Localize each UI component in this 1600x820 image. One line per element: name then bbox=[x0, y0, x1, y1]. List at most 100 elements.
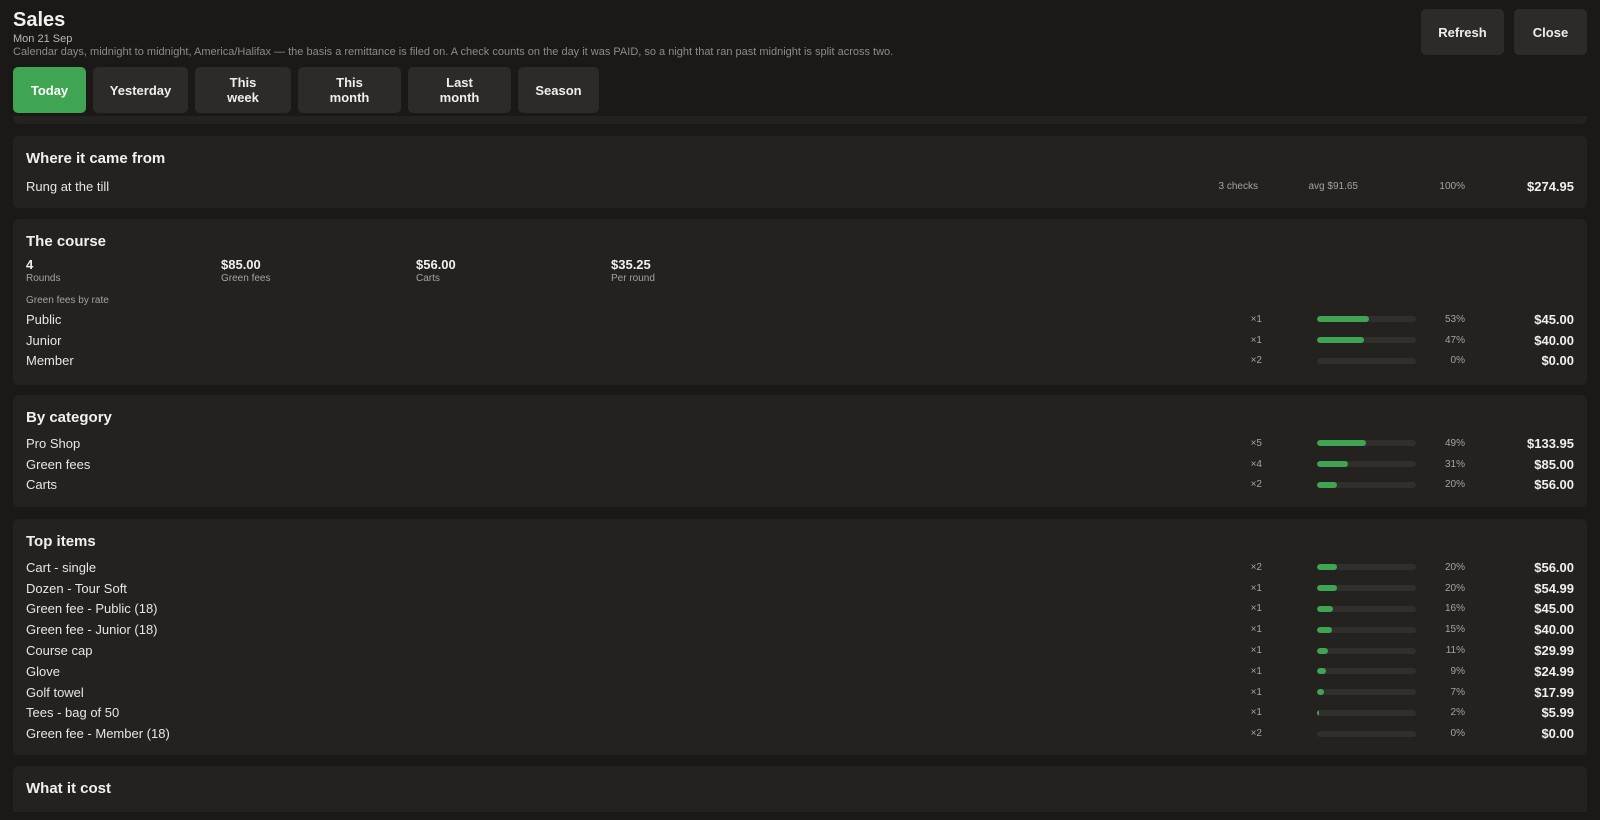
tab-this-week[interactable]: This week bbox=[195, 67, 291, 113]
item-amount: $29.99 bbox=[1534, 643, 1574, 659]
page-title: Sales bbox=[13, 9, 66, 31]
list-item: Course cap ×1 11% $29.99 bbox=[26, 640, 1574, 661]
share-bar-fill bbox=[1317, 337, 1364, 344]
item-percent: 2% bbox=[1450, 707, 1465, 719]
share-bar-fill bbox=[1317, 709, 1319, 716]
list-item: Green fee - Public (18) ×1 16% $45.00 bbox=[26, 599, 1574, 620]
tab-this-month[interactable]: This month bbox=[298, 67, 401, 113]
rate-rows: Public ×1 53% $45.00 Junior ×1 47% $40.00 Member… bbox=[26, 309, 1574, 371]
share-bar bbox=[1317, 647, 1416, 654]
list-item: Pro Shop ×5 49% $133.95 bbox=[26, 433, 1574, 454]
cost-title: What it cost bbox=[26, 780, 111, 797]
item-percent: 20% bbox=[1444, 582, 1465, 594]
item-amount: $5.99 bbox=[1541, 705, 1574, 721]
course-card: The course 4 Rounds $85.00 Green fees $5… bbox=[13, 219, 1587, 385]
item-amount: $45.00 bbox=[1534, 311, 1574, 327]
item-amount: $85.00 bbox=[1534, 456, 1574, 472]
share-bar bbox=[1317, 730, 1416, 737]
report-date: Mon 21 Sep bbox=[13, 33, 73, 45]
item-count: ×2 bbox=[1250, 355, 1262, 367]
item-count: ×2 bbox=[1250, 561, 1262, 573]
close-button[interactable]: Close bbox=[1514, 9, 1587, 55]
item-count: ×1 bbox=[1250, 313, 1262, 325]
list-item: Golf towel ×1 7% $17.99 bbox=[26, 682, 1574, 703]
item-amount: $56.00 bbox=[1534, 477, 1574, 493]
tab-yesterday[interactable]: Yesterday bbox=[93, 67, 188, 113]
item-count: ×1 bbox=[1250, 334, 1262, 346]
share-bar bbox=[1317, 440, 1416, 447]
list-item: Tees - bag of 50 ×1 2% $5.99 bbox=[26, 703, 1574, 724]
share-bar bbox=[1317, 357, 1416, 364]
item-count: ×1 bbox=[1250, 707, 1262, 719]
list-item: Junior ×1 47% $40.00 bbox=[26, 330, 1574, 351]
course-stats: 4 Rounds $85.00 Green fees $56.00 Carts … bbox=[26, 257, 1574, 285]
item-amount: $56.00 bbox=[1534, 559, 1574, 575]
share-bar bbox=[1317, 461, 1416, 468]
item-amount: $133.95 bbox=[1527, 435, 1574, 451]
list-item: Public ×1 53% $45.00 bbox=[26, 309, 1574, 330]
item-count: ×5 bbox=[1250, 437, 1262, 449]
share-bar bbox=[1317, 585, 1416, 592]
stat-green-fees: $85.00 Green fees bbox=[221, 257, 416, 285]
source-card: Where it came from Rung at the till 3 ch… bbox=[13, 136, 1587, 208]
refresh-button[interactable]: Refresh bbox=[1421, 9, 1504, 55]
item-amount: $24.99 bbox=[1534, 663, 1574, 679]
category-rows: Pro Shop ×5 49% $133.95 Green fees ×4 31% $85.0… bbox=[26, 433, 1574, 495]
item-percent: 31% bbox=[1444, 458, 1465, 470]
item-percent: 7% bbox=[1450, 686, 1465, 698]
item-count: ×1 bbox=[1250, 582, 1262, 594]
list-item: Green fee - Member (18) ×2 0% $0.00 bbox=[26, 723, 1574, 744]
stat-per-round: $35.25 Per round bbox=[611, 257, 806, 285]
category-title: By category bbox=[26, 409, 112, 426]
item-amount: $54.99 bbox=[1534, 580, 1574, 596]
item-amount: $0.00 bbox=[1541, 353, 1574, 369]
source-pct: 100% bbox=[1439, 180, 1465, 192]
stat-carts: $56.00 Carts bbox=[416, 257, 611, 285]
item-percent: 0% bbox=[1450, 728, 1465, 740]
share-bar-fill bbox=[1317, 585, 1337, 592]
item-percent: 47% bbox=[1444, 334, 1465, 346]
top-actions: Refresh Close bbox=[1421, 9, 1587, 55]
item-percent: 20% bbox=[1444, 479, 1465, 491]
source-row: Rung at the till 3 checks avg $91.65 100… bbox=[26, 176, 1574, 197]
tab-season[interactable]: Season bbox=[518, 67, 599, 113]
tab-today[interactable]: Today bbox=[13, 67, 86, 113]
share-bar-fill bbox=[1317, 461, 1348, 468]
item-count: ×1 bbox=[1250, 603, 1262, 615]
item-percent: 16% bbox=[1444, 603, 1465, 615]
stat-value: $85.00 bbox=[221, 257, 261, 272]
item-amount: $45.00 bbox=[1534, 601, 1574, 617]
source-amount: $274.95 bbox=[1527, 178, 1574, 194]
cost-card: What it cost bbox=[13, 766, 1587, 812]
share-bar bbox=[1317, 481, 1416, 488]
share-bar bbox=[1317, 337, 1416, 344]
share-bar bbox=[1317, 626, 1416, 633]
item-count: ×1 bbox=[1250, 645, 1262, 657]
share-bar-fill bbox=[1317, 605, 1333, 612]
source-title: Where it came from bbox=[26, 150, 166, 167]
item-count: ×2 bbox=[1250, 728, 1262, 740]
stat-rounds: 4 Rounds bbox=[26, 257, 221, 285]
stat-value: $56.00 bbox=[416, 257, 456, 272]
share-bar bbox=[1317, 689, 1416, 696]
item-count: ×4 bbox=[1250, 458, 1262, 470]
list-item: Green fees ×4 31% $85.00 bbox=[26, 454, 1574, 475]
report-scroll-area[interactable]: Where it came from Rung at the till 3 ch… bbox=[13, 116, 1587, 812]
item-percent: 9% bbox=[1450, 665, 1465, 677]
item-percent: 20% bbox=[1444, 561, 1465, 573]
stat-label: Carts bbox=[416, 273, 440, 284]
item-amount: $40.00 bbox=[1534, 622, 1574, 638]
share-bar-fill bbox=[1317, 440, 1366, 447]
share-bar-fill bbox=[1317, 668, 1326, 675]
share-bar bbox=[1317, 605, 1416, 612]
item-percent: 0% bbox=[1450, 355, 1465, 367]
category-card: By category Pro Shop ×5 49% $133.95 Green fe… bbox=[13, 395, 1587, 507]
rate-subtitle: Green fees by rate bbox=[26, 295, 109, 306]
share-bar-fill bbox=[1317, 647, 1328, 654]
list-item: Glove ×1 9% $24.99 bbox=[26, 661, 1574, 682]
item-amount: $0.00 bbox=[1541, 726, 1574, 742]
basis-note: Calendar days, midnight to midnight, Ame… bbox=[13, 46, 894, 58]
previous-card bbox=[13, 116, 1587, 124]
share-bar-fill bbox=[1317, 564, 1337, 571]
tab-last-month[interactable]: Last month bbox=[408, 67, 511, 113]
